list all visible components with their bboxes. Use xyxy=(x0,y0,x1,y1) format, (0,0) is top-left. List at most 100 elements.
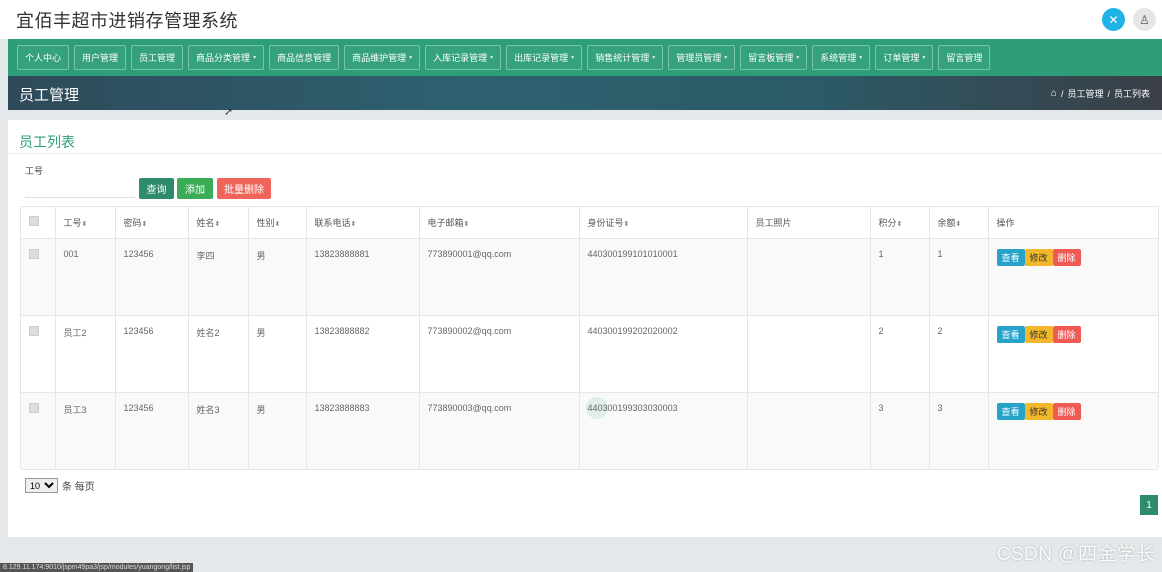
column-label: 工号 xyxy=(63,217,82,228)
nav-label: 留言管理 xyxy=(946,53,983,63)
cell-email: 773890003@qq.com xyxy=(419,392,580,470)
column-header[interactable]: 积分⬍ xyxy=(870,207,930,239)
page-size-select[interactable]: 10 xyxy=(25,478,58,493)
nav-item-system[interactable]: 系统管理 ▾ xyxy=(812,45,871,70)
sort-icon[interactable]: ⬍ xyxy=(275,221,281,228)
nav-label: 销售统计管理 xyxy=(595,53,650,63)
checkbox[interactable] xyxy=(29,325,39,336)
breadcrumb: ⌂ / 员工管理 / 员工列表 xyxy=(1051,87,1150,100)
cell-points: 3 xyxy=(870,392,930,470)
cell-balance: 3 xyxy=(929,392,989,470)
cell-photo xyxy=(747,238,871,316)
nav-label: 员工管理 xyxy=(139,53,176,63)
add-button[interactable]: 添加 xyxy=(177,178,213,199)
nav-item-profile[interactable]: 个人中心 xyxy=(17,45,70,70)
nav-item-category[interactable]: 商品分类管理 ▾ xyxy=(188,45,265,70)
nav-label: 管理员管理 xyxy=(676,53,722,63)
caret-down-icon: ▾ xyxy=(253,55,257,61)
row-select[interactable] xyxy=(21,238,56,316)
nav-item-goods-maintain[interactable]: 商品维护管理 ▾ xyxy=(344,45,421,70)
delete-button[interactable]: 删除 xyxy=(1052,325,1081,343)
column-header[interactable]: 姓名⬍ xyxy=(188,207,249,239)
sort-icon[interactable]: ⬍ xyxy=(142,221,148,228)
delete-button[interactable]: 删除 xyxy=(1052,248,1081,266)
view-button[interactable]: 查看 xyxy=(996,325,1025,343)
sort-icon[interactable]: ⬍ xyxy=(624,221,630,228)
cell-points: 2 xyxy=(870,315,930,393)
view-button[interactable]: 查看 xyxy=(996,248,1025,266)
checkbox[interactable] xyxy=(29,216,39,227)
sort-icon[interactable]: ⬍ xyxy=(897,221,903,228)
cell-points: 1 xyxy=(870,238,930,316)
page-title-bar: 员工管理 ⌂ / 员工管理 / 员工列表 xyxy=(8,76,1162,110)
cell-idcard: 440300199202020002 xyxy=(579,315,748,393)
column-label: 性别 xyxy=(256,217,275,228)
column-header[interactable]: 电子邮箱⬍ xyxy=(419,207,580,239)
sort-icon[interactable]: ⬍ xyxy=(82,221,88,228)
column-header[interactable]: 工号⬍ xyxy=(55,207,116,239)
breadcrumb-item[interactable]: 员工管理 xyxy=(1067,87,1103,100)
row-select[interactable] xyxy=(21,392,56,470)
nav-label: 用户管理 xyxy=(82,53,119,63)
user-icon[interactable]: ♙ xyxy=(1133,8,1156,31)
column-label: 身份证号 xyxy=(587,217,624,228)
edit-button[interactable]: 修改 xyxy=(1024,325,1053,343)
page-size-control: 10 条 每页 xyxy=(25,478,95,493)
nav-item-stock-in[interactable]: 入库记录管理 ▾ xyxy=(425,45,502,70)
column-header[interactable]: 余额⬍ xyxy=(929,207,989,239)
nav-item-orders[interactable]: 订单管理 ▾ xyxy=(875,45,934,70)
caret-down-icon: ▾ xyxy=(409,55,413,61)
sort-icon[interactable]: ⬍ xyxy=(215,221,221,228)
nav-item-admins[interactable]: 管理员管理 ▾ xyxy=(668,45,736,70)
column-header[interactable]: 性别⬍ xyxy=(248,207,307,239)
cell-id: 员工3 xyxy=(55,392,116,470)
view-button[interactable]: 查看 xyxy=(996,402,1025,420)
sort-icon[interactable]: ⬍ xyxy=(464,221,470,228)
query-button[interactable]: 查询 xyxy=(139,178,174,199)
checkbox[interactable] xyxy=(29,248,39,259)
nav-label: 商品分类管理 xyxy=(196,53,251,63)
top-header: 宜佰丰超市进销存管理系统 ✕ ♙ xyxy=(0,0,1162,39)
column-header[interactable]: 身份证号⬍ xyxy=(579,207,748,239)
nav-item-message-board[interactable]: 留言板管理 ▾ xyxy=(740,45,808,70)
employee-table: 工号⬍ 密码⬍ 姓名⬍ 性别⬍ 联系电话⬍ 电子邮箱⬍ 身份证号⬍ 员工照片 积… xyxy=(20,206,1159,470)
cell-gender: 男 xyxy=(248,392,307,470)
page-number-button[interactable]: 1 xyxy=(1140,495,1158,515)
cell-gender: 男 xyxy=(248,315,307,393)
edit-button[interactable]: 修改 xyxy=(1024,248,1053,266)
delete-button[interactable]: 删除 xyxy=(1052,402,1081,420)
home-icon[interactable]: ⌂ xyxy=(1051,88,1057,99)
nav-item-sales-stats[interactable]: 销售统计管理 ▾ xyxy=(587,45,664,70)
sort-icon[interactable]: ⬍ xyxy=(351,221,357,228)
breadcrumb-sep: / xyxy=(1107,88,1110,99)
batch-delete-button[interactable]: 批量删除 xyxy=(217,178,271,199)
top-icons: ✕ ♙ xyxy=(1102,8,1156,31)
column-header: 员工照片 xyxy=(747,207,871,239)
column-header[interactable]: 联系电话⬍ xyxy=(306,207,420,239)
sort-icon[interactable]: ⬍ xyxy=(956,221,962,228)
column-label: 员工照片 xyxy=(755,217,792,228)
header-select-all[interactable] xyxy=(21,207,56,239)
column-label: 积分 xyxy=(878,217,897,228)
nav-item-employees[interactable]: 员工管理 xyxy=(131,45,184,70)
checkbox[interactable] xyxy=(29,402,39,413)
cell-password: 123456 xyxy=(115,315,189,393)
page-title: 员工管理 xyxy=(19,87,80,104)
nav-item-users[interactable]: 用户管理 xyxy=(74,45,127,70)
breadcrumb-sep: / xyxy=(1060,88,1064,99)
fullscreen-icon[interactable]: ✕ xyxy=(1102,8,1125,31)
nav-item-stock-out[interactable]: 出库记录管理 ▾ xyxy=(506,45,583,70)
column-label: 操作 xyxy=(996,217,1015,228)
nav-label: 订单管理 xyxy=(883,53,920,63)
column-header[interactable]: 密码⬍ xyxy=(115,207,189,239)
nav-item-goods-info[interactable]: 商品信息管理 xyxy=(269,45,340,70)
caret-down-icon: ▾ xyxy=(652,55,656,61)
edit-button[interactable]: 修改 xyxy=(1024,402,1053,420)
search-input[interactable] xyxy=(25,178,135,198)
cell-photo xyxy=(747,392,871,470)
nav-item-messages[interactable]: 留言管理 xyxy=(938,45,991,70)
nav-label: 入库记录管理 xyxy=(433,53,488,63)
cell-phone: 13823888881 xyxy=(306,238,420,316)
row-select[interactable] xyxy=(21,315,56,393)
cell-gender: 男 xyxy=(248,238,307,316)
